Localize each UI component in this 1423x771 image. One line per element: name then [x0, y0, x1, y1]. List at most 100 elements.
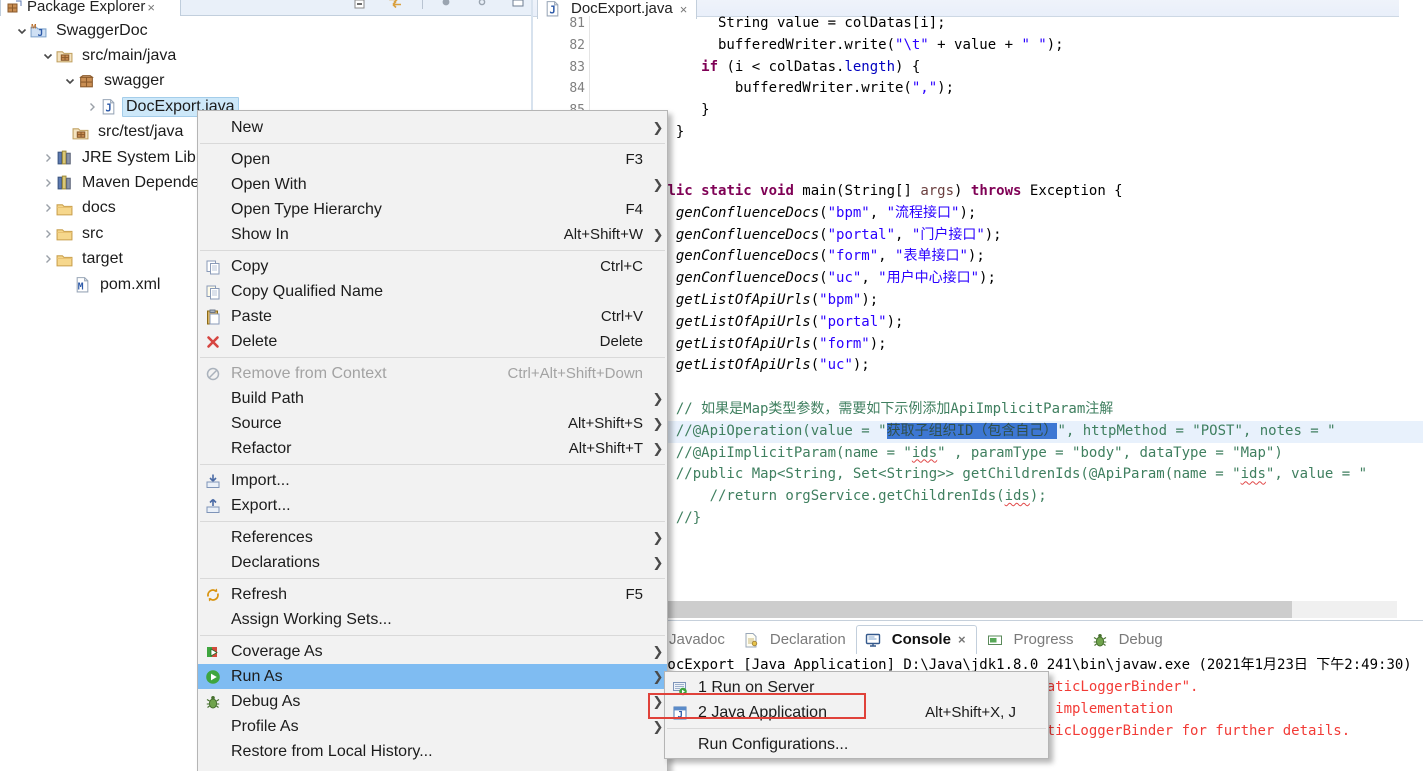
chevron-collapsed-icon[interactable] [40, 150, 56, 166]
menu-separator [198, 575, 667, 582]
menu-item-remove-from-context[interactable]: Remove from ContextCtrl+Alt+Shift+Down [198, 361, 667, 386]
focus-icon[interactable] [473, 0, 490, 11]
menu-item-restore-from-local-history[interactable]: Restore from Local History... [198, 739, 667, 764]
minimize-icon[interactable] [509, 0, 526, 11]
tree-item-src-test-java[interactable]: src/test/java [0, 120, 187, 145]
tree-item-docs[interactable]: docs [0, 196, 120, 221]
close-icon[interactable]: × [956, 632, 968, 647]
code-segment: ); [1030, 488, 1047, 504]
chevron-collapsed-icon[interactable] [84, 99, 100, 115]
chevron-collapsed-icon[interactable] [40, 251, 56, 267]
menu-item-paste[interactable]: PasteCtrl+V [198, 304, 667, 329]
view-menu-icon[interactable] [437, 0, 454, 11]
tab-console[interactable]: Console× [856, 625, 977, 654]
chevron-expanded-icon[interactable] [14, 23, 30, 39]
code-segment: , [861, 270, 878, 286]
selected-text: 获取子组织ID（包含自己） [887, 423, 1058, 439]
code-segment: ); [887, 314, 904, 330]
code-segment: "form" [819, 336, 870, 352]
menu-item-copy-qualified-name[interactable]: Copy Qualified Name [198, 279, 667, 304]
menu-shortcut: Alt+Shift+S [568, 415, 649, 432]
progress-icon [987, 631, 1004, 648]
code-segment: "流程接口" [887, 205, 960, 221]
code-line: String value = colDatas[i]; [600, 13, 1423, 35]
package-explorer-view-tab[interactable]: Package Explorer × [0, 0, 181, 16]
menu-item-run-as[interactable]: Run As❯ [198, 664, 667, 689]
tree-item-swagger[interactable]: swagger [0, 69, 168, 94]
svg-text:M: M [31, 23, 36, 30]
tree-item-label: src/test/java [94, 122, 187, 142]
submenu-arrow-icon: ❯ [649, 644, 667, 660]
submenu-item-run-configurations[interactable]: Run Configurations... [665, 732, 1048, 757]
menu-item-build-path[interactable]: Build Path❯ [198, 386, 667, 411]
menu-item-label: Copy [224, 258, 600, 276]
code-segment: Exception { [1021, 183, 1122, 199]
code-line: //return orgService.getChildrenIds(ids); [600, 486, 1423, 508]
menu-item-show-in[interactable]: Show InAlt+Shift+W❯ [198, 222, 667, 247]
tree-item-target[interactable]: target [0, 247, 127, 272]
menu-separator [198, 247, 667, 254]
code-line: // 如果是Map类型参数，需要如下示例添加ApiImplicitParam注解 [600, 399, 1423, 421]
menu-item-source[interactable]: SourceAlt+Shift+S❯ [198, 411, 667, 436]
code-segment: ", httpMethod = "POST", notes = " [1057, 423, 1335, 439]
chevron-collapsed-icon[interactable] [40, 175, 56, 191]
tree-item-src[interactable]: src [0, 221, 107, 246]
line-number: 84 [569, 78, 585, 100]
menu-item-assign-working-sets[interactable]: Assign Working Sets... [198, 607, 667, 632]
tree-item-swaggerdoc[interactable]: JMSwaggerDoc [0, 18, 152, 43]
menu-item-label: Remove from Context [224, 365, 508, 383]
line-number: 83 [569, 57, 585, 79]
tree-item-label: SwaggerDoc [52, 21, 152, 41]
code-line: if (i < colDatas.length) { [600, 57, 1423, 79]
close-icon[interactable]: × [145, 0, 157, 15]
tree-item-pom-xml[interactable]: Mpom.xml [0, 272, 164, 297]
menu-item-open-with[interactable]: Open With❯ [198, 172, 667, 197]
menu-item-debug-as[interactable]: Debug As❯ [198, 689, 667, 714]
menu-item-refresh[interactable]: RefreshF5 [198, 582, 667, 607]
chevron-collapsed-icon[interactable] [40, 226, 56, 242]
remove-context-icon [204, 365, 221, 382]
menu-item-delete[interactable]: DeleteDelete [198, 329, 667, 354]
menu-item-open[interactable]: OpenF3 [198, 147, 667, 172]
tab-declaration[interactable]: Declaration [735, 626, 854, 654]
svg-text:J: J [105, 101, 111, 114]
code-segment: if [701, 59, 718, 75]
menu-item-coverage-as[interactable]: Coverage As❯ [198, 639, 667, 664]
menu-item-copy[interactable]: CopyCtrl+C [198, 254, 667, 279]
menu-item-label: References [224, 529, 643, 547]
tree-item-src-main-java[interactable]: src/main/java [0, 43, 180, 68]
chevron-collapsed-icon[interactable] [40, 200, 56, 216]
chevron-expanded-icon[interactable] [40, 48, 56, 64]
menu-item-refactor[interactable]: RefactorAlt+Shift+T❯ [198, 436, 667, 461]
menu-shortcut: Delete [600, 333, 649, 350]
tree-item-label: target [78, 249, 127, 269]
menu-item-declarations[interactable]: Declarations❯ [198, 550, 667, 575]
menu-item-open-type-hierarchy[interactable]: Open Type HierarchyF4 [198, 197, 667, 222]
export-icon [204, 497, 221, 514]
menu-shortcut: Alt+Shift+W [564, 226, 649, 243]
code-segment: ( [819, 227, 827, 243]
menu-separator [665, 725, 1048, 732]
menu-item-label: Debug As [224, 693, 643, 711]
code-segment: ); [1047, 37, 1064, 53]
code-segment: main(String[] [794, 183, 920, 199]
menu-item-new[interactable]: New❯ [198, 115, 667, 140]
tab-javadoc[interactable]: Javadoc [661, 626, 733, 654]
tab-debug[interactable]: Debug [1084, 626, 1171, 654]
chevron-expanded-icon[interactable] [62, 73, 78, 89]
menu-item-export[interactable]: Export... [198, 493, 667, 518]
menu-item-references[interactable]: References ❯ [198, 525, 667, 550]
tab-progress[interactable]: Progress [979, 626, 1082, 654]
submenu-arrow-icon: ❯ [649, 555, 667, 571]
console-icon [865, 631, 882, 648]
menu-item-import[interactable]: Import... [198, 468, 667, 493]
menu-item-profile-as[interactable]: Profile As❯ [198, 714, 667, 739]
collapse-all-icon[interactable] [350, 0, 367, 11]
link-with-editor-icon[interactable] [386, 0, 403, 11]
source-folder-icon [72, 124, 89, 141]
tab-label: Declaration [770, 631, 846, 648]
submenu-arrow-icon: ❯ [649, 530, 667, 546]
code-area[interactable]: String value = colDatas[i]; bufferedWrit… [600, 0, 1423, 596]
code-segment: , [878, 248, 895, 264]
code-line: getListOfApiUrls("uc"); [600, 355, 1423, 377]
